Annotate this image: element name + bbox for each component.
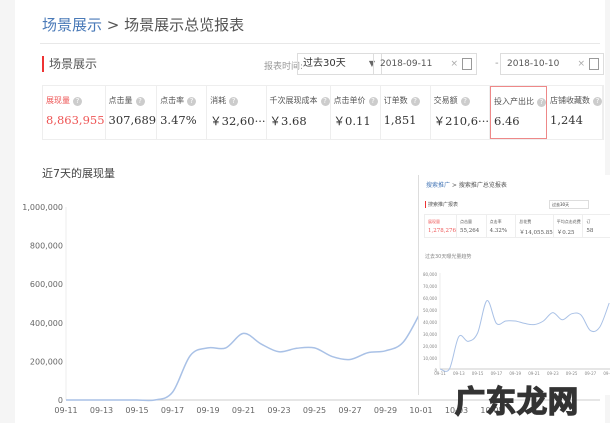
x-tick-label: 09-19 [509, 371, 521, 376]
y-tick-label: 70,000 [423, 284, 437, 289]
x-tick-label: 09-25 [566, 371, 578, 376]
y-tick-label: 80,000 [423, 272, 437, 277]
x-tick-label: 09-27 [585, 371, 597, 376]
y-tick-label: 20,000 [423, 344, 437, 349]
x-tick-label: 09-15 [472, 371, 484, 376]
x-tick-label: 09-17 [491, 371, 503, 376]
x-tick-label: 09-29 [603, 371, 610, 376]
x-tick-label: 09-21 [528, 371, 540, 376]
y-tick-label: 40,000 [423, 320, 437, 325]
watermark: 广东龙网 [454, 384, 579, 421]
inset-chart-title: 过去30天曝光量趋势 [425, 253, 471, 260]
inset-chart: 过去30天曝光量趋势010,00020,00030,00040,00050,00… [423, 253, 610, 376]
series-line [439, 300, 610, 372]
x-tick-label: 09-13 [453, 371, 465, 376]
x-tick-label: 09-23 [547, 371, 559, 376]
y-tick-label: 30,000 [423, 332, 437, 337]
y-tick-label: 50,000 [423, 308, 437, 313]
y-tick-label: 60,000 [423, 296, 437, 301]
y-tick-label: 10,000 [423, 356, 437, 361]
x-tick-label: 09-11 [434, 371, 446, 376]
